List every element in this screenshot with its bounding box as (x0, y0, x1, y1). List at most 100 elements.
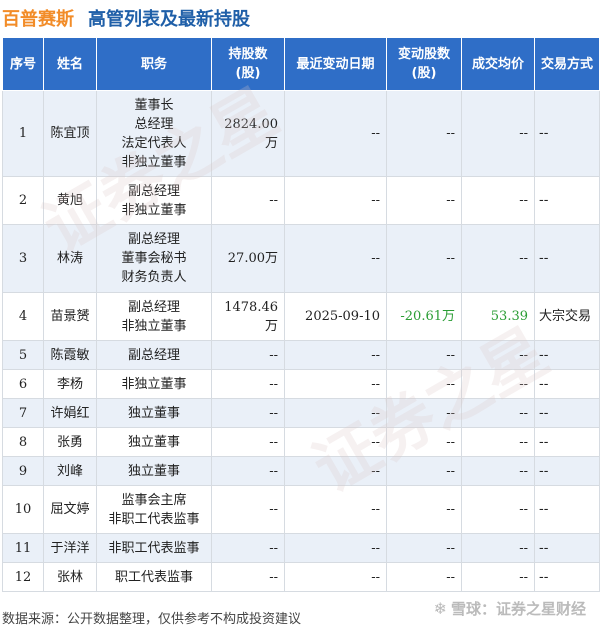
cell-change-date: -- (284, 485, 387, 534)
cell-name: 林涛 (43, 224, 97, 293)
cell-name: 于洋洋 (43, 533, 97, 563)
cell-avg-price: -- (461, 456, 535, 486)
cell-index: 3 (2, 224, 44, 293)
cell-shares: -- (211, 533, 285, 563)
cell-change-date: 2025-09-10 (284, 292, 387, 341)
cell-roles: 非独立董事 (96, 369, 212, 399)
cell-shares: 1478.46万 (211, 292, 285, 341)
data-source-note: 数据来源：公开数据整理，仅供参考不构成投资建议 (2, 612, 302, 627)
cell-index: 12 (2, 562, 44, 592)
cell-name: 许娟红 (43, 398, 97, 428)
table-row: 12 张林 职工代表监事 -- -- -- -- -- (2, 562, 600, 592)
cell-shares: -- (211, 562, 285, 592)
cell-index: 7 (2, 398, 44, 428)
cell-name: 张勇 (43, 427, 97, 457)
footer-brand-text: 雪球：证券之星财经 (450, 600, 586, 618)
cell-avg-price: -- (461, 427, 535, 457)
cell-name: 黄旭 (43, 176, 97, 225)
cell-roles: 独立董事 (96, 456, 212, 486)
cell-index: 6 (2, 369, 44, 399)
role-line: 非职工代表监事 (108, 511, 200, 527)
role-line: 非独立董事 (121, 202, 187, 218)
cell-change-date: -- (284, 456, 387, 486)
cell-change-shares: -- (386, 427, 462, 457)
cell-shares: -- (211, 369, 285, 399)
role-line: 董事长 (134, 97, 174, 113)
cell-change-shares: -- (386, 369, 462, 399)
cell-trade-method: -- (534, 456, 600, 486)
cell-trade-method: -- (534, 176, 600, 225)
cell-name: 陈宜顶 (43, 90, 97, 177)
role-line: 非独立董事 (121, 154, 187, 170)
cell-trade-method: -- (534, 485, 600, 534)
cell-change-shares: -20.61万 (386, 292, 462, 341)
cell-index: 11 (2, 533, 44, 563)
cell-avg-price: 53.39 (461, 292, 535, 341)
cell-avg-price: -- (461, 533, 535, 563)
cell-index: 1 (2, 90, 44, 177)
cell-roles: 非职工代表监事 (96, 533, 212, 563)
cell-index: 5 (2, 340, 44, 370)
cell-change-date: -- (284, 224, 387, 293)
cell-change-date: -- (284, 533, 387, 563)
table-row: 4 苗景赟 副总经理 非独立董事 1478.46万 2025-09-10 -20.61万 53… (2, 292, 600, 341)
cell-trade-method: -- (534, 369, 600, 399)
role-line: 副总经理 (127, 347, 180, 363)
cell-roles: 副总经理 (96, 340, 212, 370)
cell-avg-price: -- (461, 90, 535, 177)
cell-index: 9 (2, 456, 44, 486)
role-line: 财务负责人 (121, 270, 187, 285)
table-row: 10 屈文婷 监事会主席 非职工代表监事 -- -- -- -- -- (2, 485, 600, 534)
cell-change-date: -- (284, 176, 387, 225)
cell-avg-price: -- (461, 176, 535, 225)
cell-change-shares: -- (386, 398, 462, 428)
table-row: 2 黄旭 副总经理 非独立董事 -- -- -- -- -- (2, 176, 600, 225)
role-line: 独立董事 (127, 405, 180, 421)
column-header: 变动股数 (股) (386, 37, 462, 91)
cell-index: 8 (2, 427, 44, 457)
cell-name: 陈霞敏 (43, 340, 97, 370)
table-row: 6 李杨 非独立董事 -- -- -- -- -- (2, 369, 600, 399)
cell-change-shares: -- (386, 485, 462, 534)
cell-trade-method: -- (534, 398, 600, 428)
page-title: 高管列表及最新持股 (88, 9, 250, 30)
column-header: 持股数 (股) (211, 37, 285, 91)
cell-change-date: -- (284, 398, 387, 428)
role-line: 监事会主席 (121, 492, 187, 508)
cell-change-date: -- (284, 340, 387, 370)
column-header: 成交均价 (461, 37, 535, 91)
table-header-row: 序号 姓名 职务 持股数 (股) 最近变动日期 变动股数 (股) 成交均价 交易方式 (2, 37, 600, 91)
cell-change-date: -- (284, 90, 387, 177)
cell-name: 李杨 (43, 369, 97, 399)
cell-trade-method: -- (534, 427, 600, 457)
role-line: 非独立董事 (121, 376, 187, 392)
cell-avg-price: -- (461, 340, 535, 370)
title-row: 百普赛斯 高管列表及最新持股 (0, 4, 600, 30)
cell-change-date: -- (284, 562, 387, 592)
table-row: 9 刘峰 独立董事 -- -- -- -- -- (2, 456, 600, 486)
cell-shares: -- (211, 398, 285, 428)
role-line: 总经理 (134, 116, 174, 132)
cell-trade-method: -- (534, 90, 600, 177)
role-line: 非职工代表监事 (108, 540, 200, 556)
column-header: 姓名 (43, 37, 97, 91)
cell-trade-method: -- (534, 533, 600, 563)
cell-roles: 副总经理 非独立董事 (96, 176, 212, 225)
cell-avg-price: -- (461, 369, 535, 399)
company-name: 百普赛斯 (2, 9, 74, 30)
role-line: 副总经理 (127, 183, 180, 199)
role-line: 副总经理 (127, 232, 180, 247)
role-line: 独立董事 (127, 463, 180, 479)
cell-avg-price: -- (461, 224, 535, 293)
cell-shares: 2824.00万 (211, 90, 285, 177)
cell-roles: 副总经理 董事会秘书 财务负责人 (96, 224, 212, 293)
cell-roles: 监事会主席非职工代表监事 (96, 485, 212, 534)
cell-shares: -- (211, 485, 285, 534)
table-row: 5 陈霞敏 副总经理 -- -- -- -- -- (2, 340, 600, 370)
cell-shares: 27.00万 (211, 224, 285, 293)
cell-change-shares: -- (386, 176, 462, 225)
table-row: 11 于洋洋 非职工代表监事 -- -- -- -- -- (2, 533, 600, 563)
cell-index: 2 (2, 176, 44, 225)
role-line: 副总经理 (127, 299, 180, 315)
cell-change-shares: -- (386, 562, 462, 592)
